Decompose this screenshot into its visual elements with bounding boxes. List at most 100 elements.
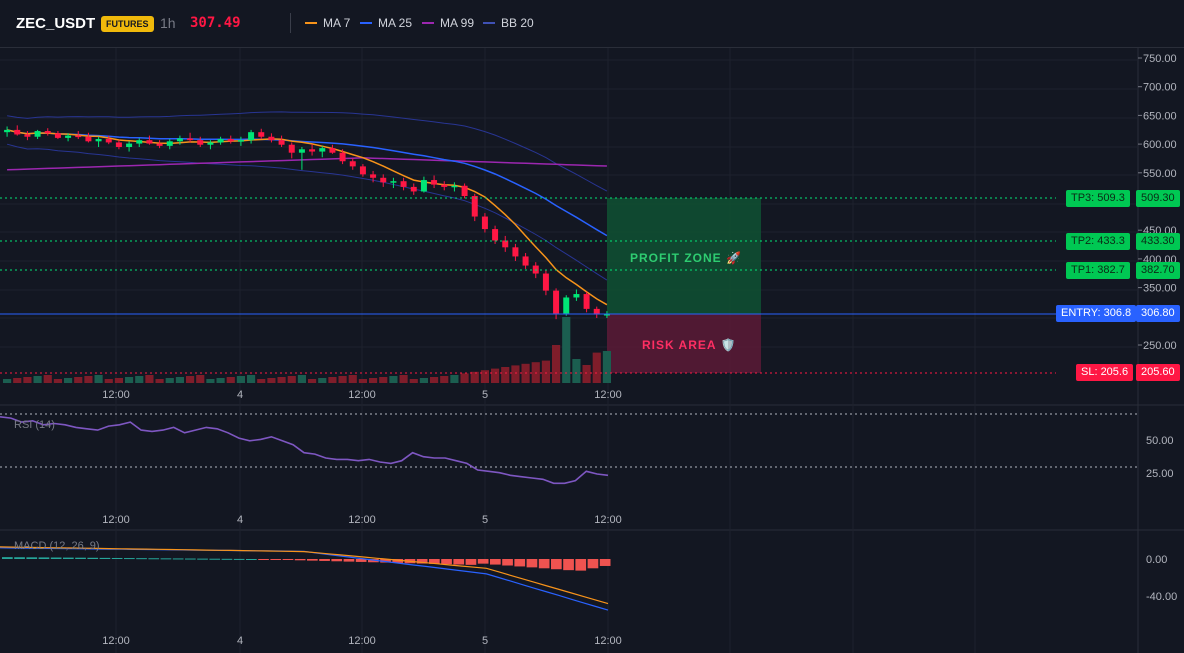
candle-body	[136, 140, 143, 144]
macd-histogram-bar	[197, 558, 208, 560]
rsi-line	[0, 416, 609, 485]
time-tick-label: 4	[237, 635, 243, 647]
candle-body	[14, 129, 21, 135]
macd-histogram-bar	[331, 559, 343, 562]
macd-histogram-bar	[502, 559, 513, 566]
volume-bar	[419, 378, 428, 383]
candle-body	[95, 139, 102, 142]
candle-body	[176, 138, 183, 142]
candle-body	[400, 181, 407, 187]
tp1-axis-label: 382.70	[1136, 262, 1180, 279]
tp3-axis-label: 509.30	[1136, 190, 1180, 207]
macd-histogram-bar	[2, 557, 13, 559]
volume-bar	[23, 377, 32, 383]
candle-body	[298, 149, 305, 153]
macd-histogram-bar	[172, 558, 184, 560]
volume-bar	[33, 376, 42, 383]
volume-bar	[501, 367, 510, 383]
macd-histogram-bar	[38, 557, 50, 559]
macd-histogram-bar	[453, 559, 465, 565]
volume-bar	[480, 370, 489, 383]
volume-bar	[267, 378, 276, 383]
time-tick-label: 12:00	[348, 635, 376, 647]
volume-bar	[450, 375, 459, 383]
candle-body	[380, 177, 387, 183]
candle-body	[187, 138, 194, 141]
volume-bar	[348, 375, 357, 383]
macd-pane	[0, 546, 611, 611]
volume-bar	[328, 377, 337, 383]
time-tick-label: 12:00	[102, 514, 130, 526]
candle-body	[75, 135, 82, 138]
candle-body	[278, 140, 285, 145]
volume-bar	[155, 379, 164, 383]
volume-bar	[308, 379, 317, 383]
macd-histogram-bar	[99, 557, 111, 559]
macd-histogram-bar	[538, 559, 550, 569]
price-axis[interactable]: 750.00700.00650.00600.00550.00500.00450.…	[1138, 53, 1177, 603]
volume-bar	[53, 379, 62, 383]
volume-bar	[511, 365, 520, 383]
macd-histogram-bar	[246, 559, 257, 560]
price-tick-label: 350.00	[1143, 283, 1177, 295]
time-tick-label: 5	[482, 514, 488, 526]
volume-bar	[552, 345, 561, 383]
candle-body	[54, 133, 61, 138]
macd-histogram-bar	[514, 559, 526, 567]
candle-body	[248, 132, 255, 141]
candle-body	[329, 148, 336, 153]
macd-histogram-bar	[599, 559, 611, 566]
candle-body	[227, 139, 234, 142]
chart-canvas[interactable]: 750.00700.00650.00600.00550.00500.00450.…	[0, 0, 1184, 653]
candle-body	[197, 140, 204, 145]
ma7-line	[6, 129, 608, 306]
macd-histogram-bar	[87, 557, 99, 559]
volume-bar	[125, 377, 134, 383]
candle-body	[156, 143, 163, 146]
price-tick-label: 750.00	[1143, 53, 1177, 65]
sl-axis-label: 205.60	[1136, 364, 1180, 381]
time-tick-label: 4	[237, 389, 243, 401]
volume-bar	[399, 375, 408, 383]
time-tick-label: 4	[237, 514, 243, 526]
bb-lower-line	[6, 143, 608, 281]
volume-bar	[430, 377, 439, 383]
volume-bar	[338, 376, 347, 383]
entry-tag: ENTRY: 306.8	[1056, 305, 1137, 322]
macd-histogram-bar	[148, 558, 160, 560]
volume-bar	[277, 377, 286, 383]
candle-body	[24, 134, 31, 137]
time-tick-label: 12:00	[348, 514, 376, 526]
volume-bar	[236, 376, 245, 383]
bb-upper-line	[7, 111, 608, 192]
candle-body	[553, 290, 560, 314]
volume-bar	[175, 377, 184, 383]
candle-body	[65, 135, 72, 138]
candle-body	[319, 148, 326, 152]
volume-bar	[297, 375, 306, 383]
candle-body	[309, 149, 316, 152]
volume-bar	[165, 378, 174, 383]
candle-body	[522, 256, 529, 266]
volume-bar	[491, 368, 500, 383]
volume-bar	[460, 373, 469, 383]
volume-bar	[592, 352, 601, 383]
tp3-tag: TP3: 509.3	[1066, 190, 1130, 207]
volume-bar	[186, 376, 195, 383]
candle-body	[512, 247, 519, 257]
candle-body	[492, 229, 499, 241]
time-tick-label: 12:00	[348, 389, 376, 401]
price-tick-label: 600.00	[1143, 139, 1177, 151]
volume-bar	[64, 378, 73, 383]
candle-body	[217, 139, 224, 143]
tp1-tag: TP1: 382.7	[1066, 262, 1130, 279]
volume-bar	[226, 377, 235, 383]
volume-bar	[379, 377, 388, 383]
candle-body	[258, 132, 265, 137]
candle-body	[268, 136, 275, 141]
macd-histogram-bar	[490, 559, 501, 565]
macd-histogram-bar	[111, 557, 123, 559]
macd-histogram-bar	[75, 557, 86, 559]
volume-bar	[3, 379, 12, 383]
macd-histogram-bar	[282, 559, 294, 560]
